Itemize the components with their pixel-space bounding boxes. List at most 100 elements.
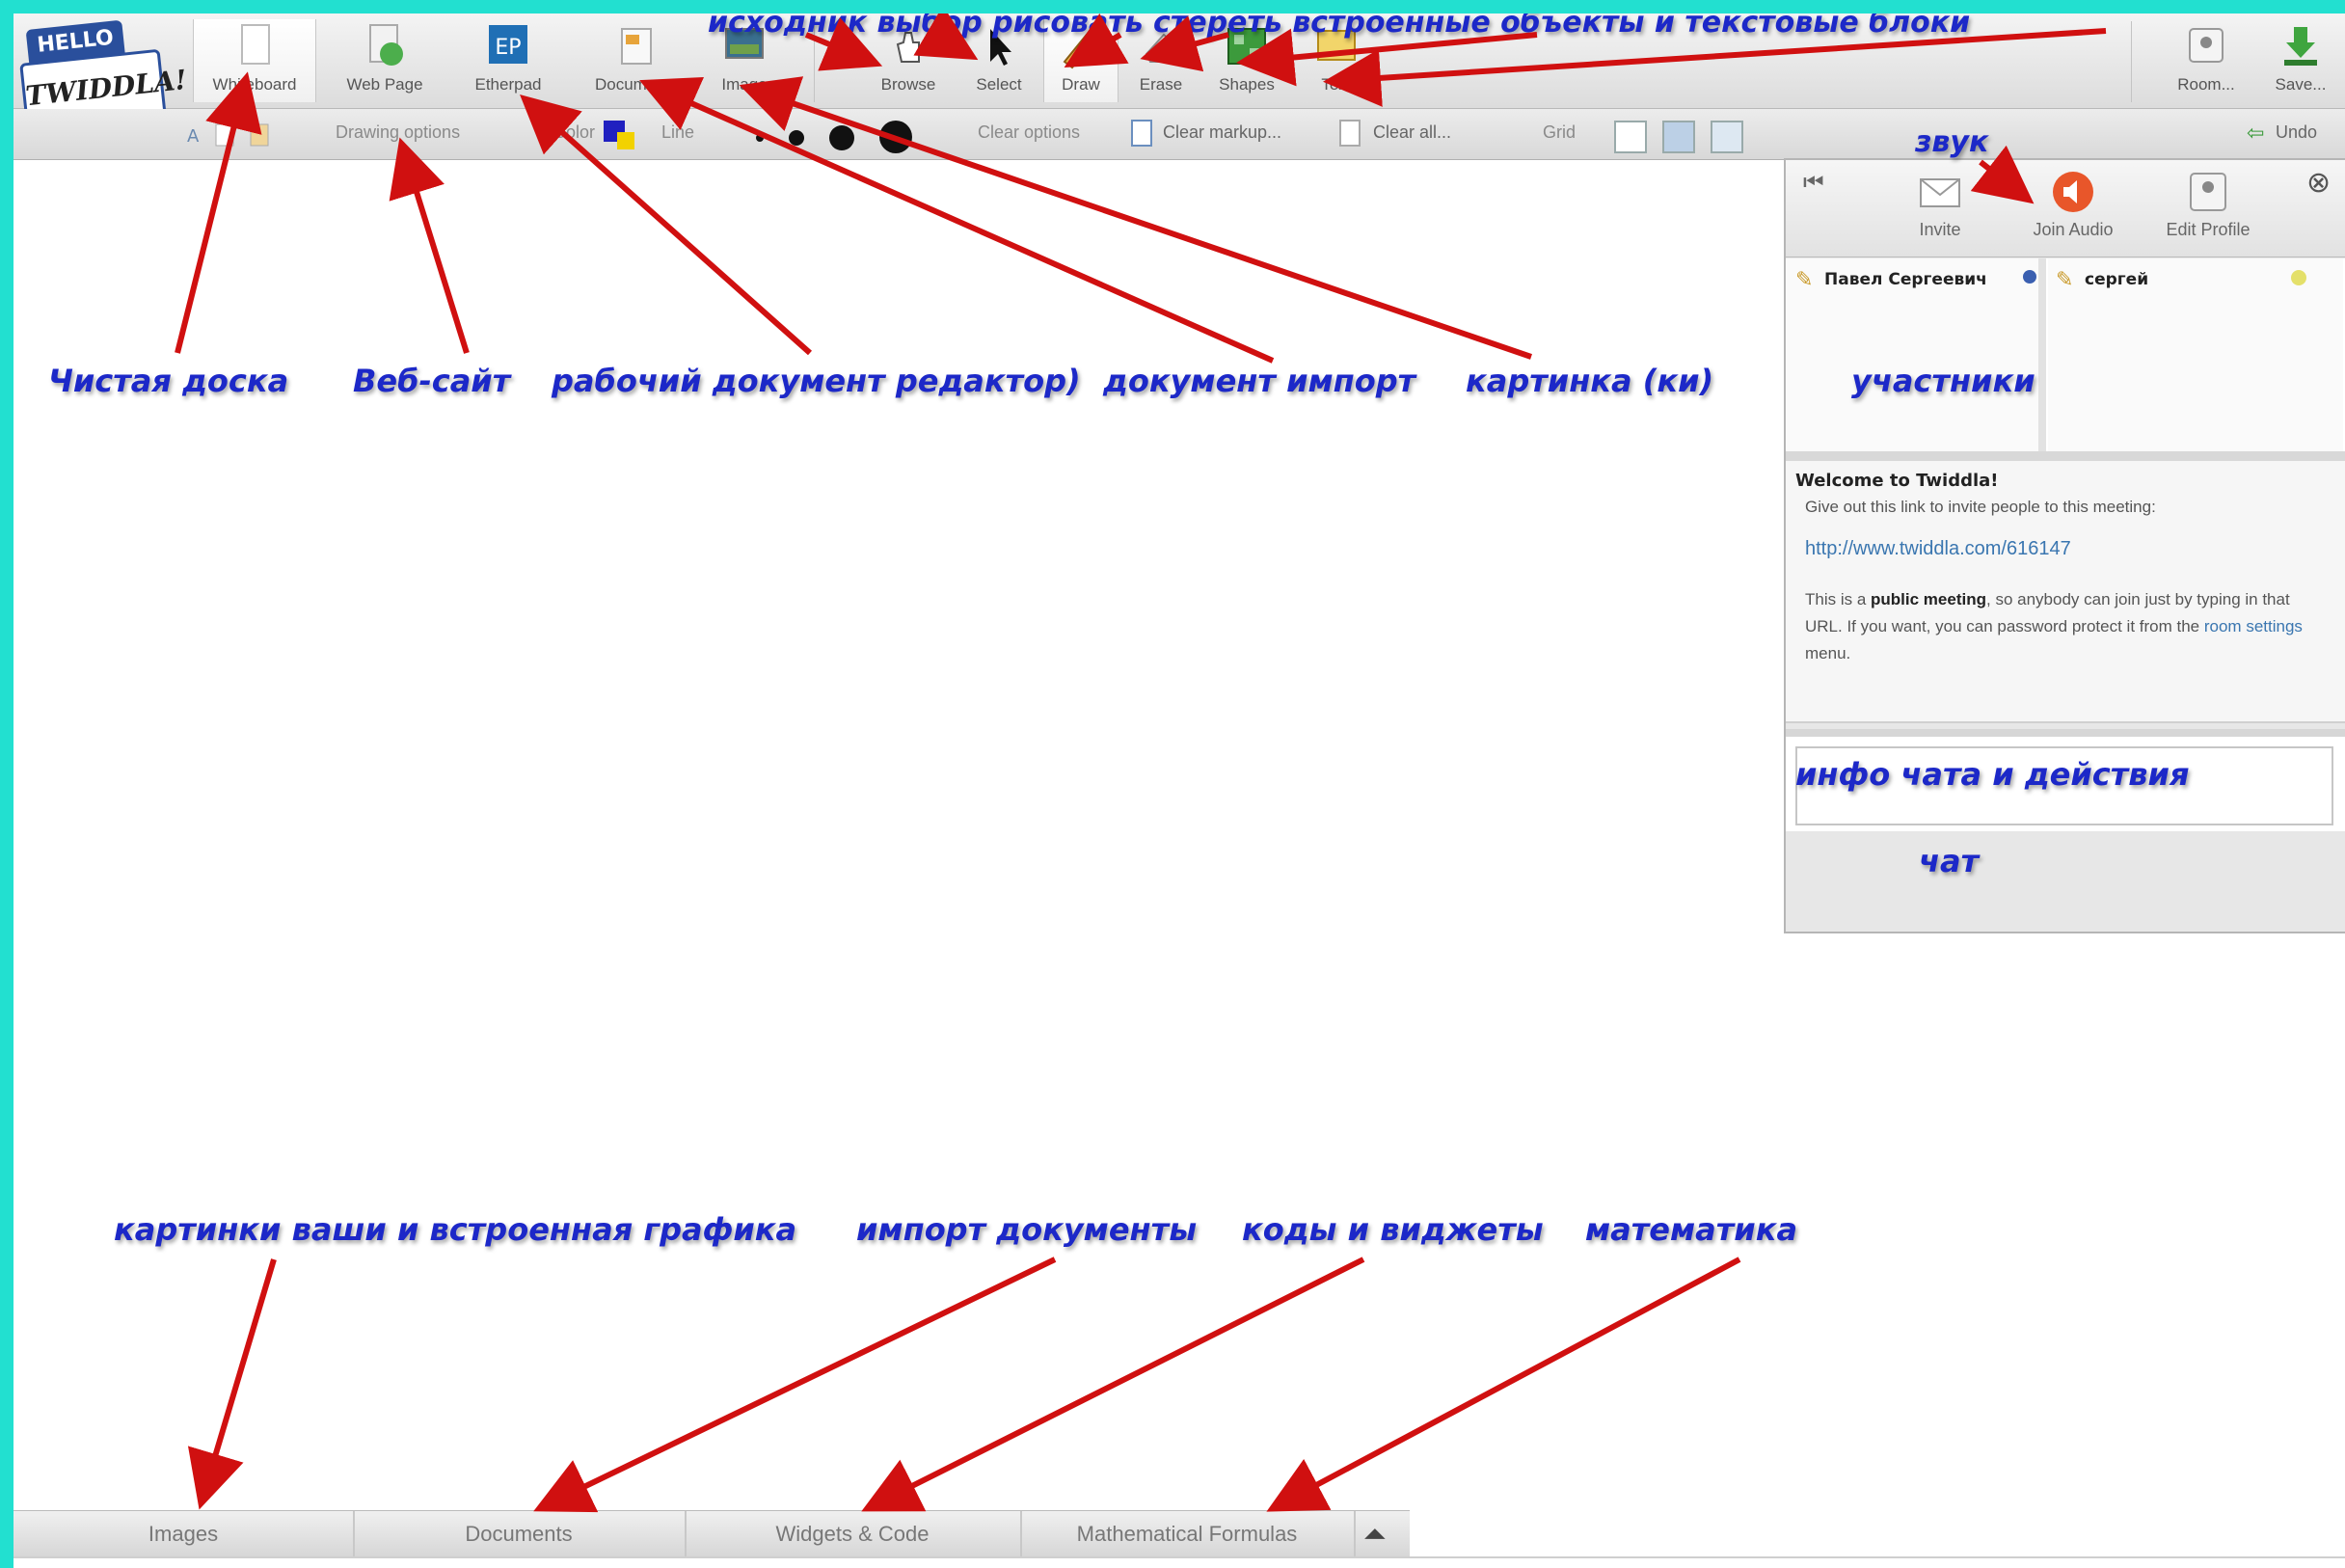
line-size-small[interactable] [756,134,764,142]
join-audio-button[interactable]: Join Audio [2013,170,2133,240]
annotation-chat-info: инфо чата и действия [1795,756,2190,793]
arrow-widgets-tab [861,1257,1365,1512]
line-size-medium[interactable] [789,130,804,146]
draw-label: Draw [1062,75,1100,94]
download-icon [2284,27,2317,66]
drawing-options-label: Drawing options [336,122,461,142]
edit-profile-label: Edit Profile [2166,220,2251,239]
welcome-title: Welcome to Twiddla! [1795,471,1999,491]
whiteboard-tab[interactable]: Whiteboard [193,19,316,102]
save-button[interactable]: Save... [2260,19,2341,102]
close-panel-icon[interactable]: ⊗ [2306,166,2331,200]
tab-documents[interactable]: Documents [353,1511,687,1557]
invite-button[interactable]: Invite [1892,170,1988,240]
clear-all-icon [1339,120,1361,147]
join-audio-label: Join Audio [2033,220,2114,239]
erase-label: Erase [1139,75,1183,94]
options-toolbar: A Drawing options Color Line Clear optio… [13,109,2345,160]
annotation-clean-board: Чистая доска [48,363,289,399]
tab-mathematical-formulas[interactable]: Mathematical Formulas [1020,1511,1356,1557]
clear-all-button[interactable]: Clear all... [1373,122,1451,143]
edit-profile-button[interactable]: Edit Profile [2148,170,2268,240]
participants-list: ✎ Павел Сергеевич ✎ сергей [1786,258,2345,461]
annotation-bottom-images: картинки ваши и встроенная графика [114,1211,797,1248]
clear-options-label: Clear options [978,122,1081,142]
room-settings-link[interactable]: room settings [2204,617,2303,635]
documents-label: Documents [595,75,678,94]
annotation-top-tools: исходник выбор рисовать стереть встроенн… [708,14,1971,40]
meeting-link[interactable]: http://www.twiddla.com/616147 [1805,538,2071,560]
side-panel-toolbar: ⏮ Invite Join Audio Edit Profile ⊗ [1786,160,2345,257]
clear-markup-icon [1131,120,1152,147]
webpage-tab[interactable]: Web Page [332,19,438,102]
arrow-documents-tab [533,1257,1057,1513]
font-icons: A [187,123,269,147]
annotation-working-doc: рабочий документ редактор) [552,363,1081,399]
save-label: Save... [2275,75,2327,94]
line-label: Line [661,122,695,142]
tab-images[interactable]: Images [13,1511,355,1557]
speaker-icon [2053,172,2093,212]
public-note-text: menu. [1805,644,1851,662]
public-meeting-note: This is a public meeting, so anybody can… [1805,586,2326,667]
welcome-instructions: Give out this link to invite people to t… [1805,498,2156,516]
bottom-tabs: Images Documents Widgets & Code Mathemat… [13,1510,1410,1557]
grid-large-button[interactable] [1711,121,1743,153]
participant-card[interactable]: ✎ Павел Сергеевич [1786,258,2046,451]
pencil-icon: ✎ [2056,268,2074,292]
expand-tabs-icon[interactable]: ⏶ [1363,1519,1387,1552]
text-label: Text [1321,75,1352,94]
toolbar-divider [2131,21,2132,102]
annotation-picture: картинка (ки) [1466,363,1714,399]
arrow-webpage [389,137,470,354]
arrow-images-tab [187,1258,277,1510]
app-frame: HELLO TWIDDLA! Whiteboard Web Page EP Et… [13,14,2345,1568]
shapes-label: Shapes [1219,75,1275,94]
grid-none-button[interactable] [1614,121,1647,153]
undo-arrow-icon: ⇦ [2247,121,2265,145]
etherpad-tab[interactable]: EP Etherpad [455,19,561,102]
etherpad-icon: EP [489,25,527,64]
arrow-math-tab [1266,1257,1741,1512]
grid-label: Grid [1543,122,1577,142]
tab-widgets-code[interactable]: Widgets & Code [685,1511,1022,1557]
clear-markup-button[interactable]: Clear markup... [1163,122,1281,143]
line-size-xlarge[interactable] [879,121,912,153]
participant-card[interactable]: ✎ сергей [2048,258,2343,451]
blank-page-icon [241,24,270,65]
participant-name: сергей [2085,270,2149,289]
participant-status-dot [2291,270,2306,285]
annotation-document-import: документ импорт [1103,363,1416,399]
color-label: Color [553,122,596,142]
room-label: Room... [2177,75,2235,94]
public-meeting-bold: public meeting [1871,590,1986,608]
whiteboard-label: Whiteboard [212,75,297,94]
invite-label: Invite [1919,220,1961,239]
annotation-chat: чат [1919,843,1980,879]
document-icon [621,28,652,65]
secondary-color-swatch[interactable] [617,132,634,149]
line-size-large[interactable] [829,125,854,150]
documents-tab[interactable]: Documents [579,19,694,102]
public-note-text: This is a [1805,590,1872,608]
grid-small-button[interactable] [1662,121,1695,153]
participant-name: Павел Сергеевич [1824,270,1987,289]
collapse-panel-icon[interactable]: ⏮ [1803,170,1824,197]
pencil-icon: ✎ [1795,268,1814,292]
profile-card-icon [2190,173,2226,211]
webpage-icon [369,24,403,66]
svg-text:A: A [187,126,200,147]
svg-text:EP: EP [495,36,521,60]
room-button[interactable]: Room... [2160,19,2252,102]
etherpad-label: Etherpad [474,75,542,94]
annotation-bottom-math: математика [1585,1211,1798,1248]
annotation-website: Веб-сайт [353,363,511,399]
meeting-side-panel: ⏮ Invite Join Audio Edit Profile ⊗ ✎ Пав… [1784,158,2345,933]
undo-button[interactable]: Undo [2276,122,2317,143]
welcome-message: Welcome to Twiddla! Give out this link t… [1786,461,2345,723]
select-label: Select [976,75,1022,94]
browse-label: Browse [880,75,936,94]
envelope-icon [1920,178,1960,207]
annotation-sound: звук [1915,125,1989,159]
webpage-label: Web Page [346,75,423,94]
